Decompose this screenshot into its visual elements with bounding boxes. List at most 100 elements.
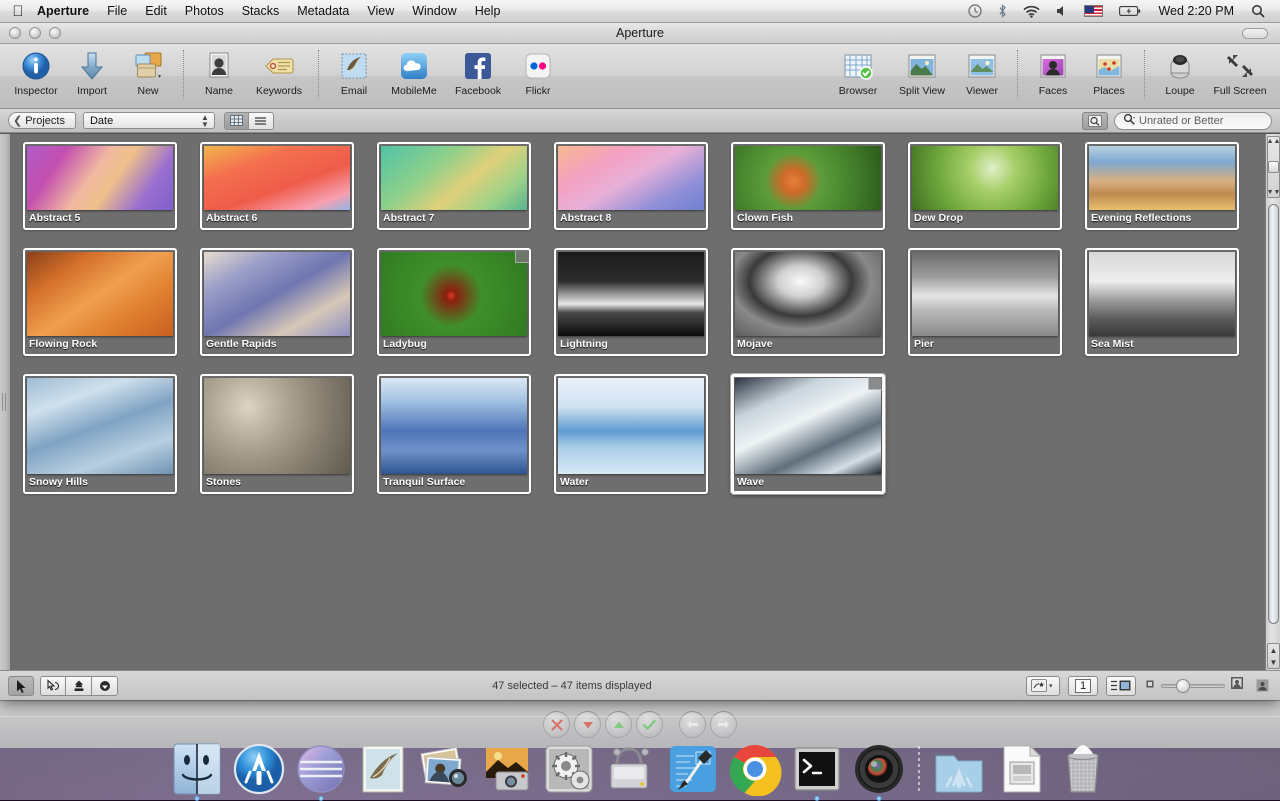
close-button[interactable] bbox=[9, 27, 21, 39]
menu-item-metadata[interactable]: Metadata bbox=[288, 0, 358, 22]
toolbar-button-facebook[interactable]: Facebook bbox=[446, 47, 510, 97]
toolbar-toggle-button[interactable] bbox=[1242, 28, 1268, 39]
vertical-scrollbar[interactable]: ▲▲ ▼▼ ▲ ▼ bbox=[1265, 134, 1280, 670]
toolbar-button-browser[interactable]: Browser bbox=[826, 47, 890, 97]
page-count-button[interactable]: 1 bbox=[1068, 676, 1098, 696]
dock-item-disk-utility[interactable] bbox=[602, 738, 660, 796]
grid-view-button[interactable] bbox=[224, 112, 249, 130]
thumbnail-cell[interactable]: Stones bbox=[200, 374, 354, 494]
toolbar-button-places[interactable]: Places bbox=[1081, 47, 1137, 97]
toolbar-button-mobileme[interactable]: MobileMe bbox=[382, 47, 446, 97]
thumbnail-cell[interactable]: Snowy Hills bbox=[23, 374, 177, 494]
sidebar-resize-handle[interactable] bbox=[0, 134, 11, 670]
dock-item-app-store[interactable] bbox=[230, 738, 288, 796]
toolbar-button-name[interactable]: Name bbox=[191, 47, 247, 97]
menu-item-edit[interactable]: Edit bbox=[136, 0, 176, 22]
toolbar-button-email[interactable]: Email bbox=[326, 47, 382, 97]
thumbnail-cell[interactable]: Evening Reflections bbox=[1085, 142, 1239, 230]
thumbnail-cell[interactable]: Lightning bbox=[554, 248, 708, 356]
toolbar-label-browser: Browser bbox=[839, 85, 878, 97]
dock-item-google-chrome[interactable] bbox=[726, 738, 784, 796]
dock-item-camera-lens-app[interactable] bbox=[850, 738, 908, 796]
scroll-down-arrow-icon[interactable]: ▼ bbox=[1270, 658, 1278, 667]
thumbnail-cell[interactable]: Abstract 6 bbox=[200, 142, 354, 230]
thumbnail-grid[interactable]: Abstract 5 Abstract 6 Abstract 7 Abstract 8… bbox=[11, 134, 1265, 670]
menu-bar-clock[interactable]: Wed 2:20 PM bbox=[1150, 4, 1242, 18]
thumbnail-size-slider[interactable] bbox=[1144, 676, 1244, 695]
thumbnail-cell[interactable]: Abstract 5 bbox=[23, 142, 177, 230]
toolbar-button-faces[interactable]: Faces bbox=[1025, 47, 1081, 97]
filter-hud-button[interactable] bbox=[1082, 112, 1108, 130]
toolbar-button-new[interactable]: New bbox=[120, 47, 176, 97]
dock-item-terminal[interactable] bbox=[788, 738, 846, 796]
thumbnail-cell[interactable]: Wave bbox=[731, 374, 885, 494]
time-machine-icon[interactable] bbox=[961, 0, 989, 22]
dock-item-xcode[interactable] bbox=[664, 738, 722, 796]
thumbnail-cell[interactable]: Dew Drop bbox=[908, 142, 1062, 230]
menu-item-help[interactable]: Help bbox=[466, 0, 510, 22]
thumbnail-cell[interactable]: Mojave bbox=[731, 248, 885, 356]
dock-item-trash[interactable] bbox=[1054, 738, 1112, 796]
toolbar-button-keywords[interactable]: Keywords bbox=[247, 47, 311, 97]
dock-item-aperture[interactable] bbox=[292, 738, 350, 796]
selection-tool-button[interactable] bbox=[8, 676, 34, 696]
toolbar-button-inspector[interactable]: Inspector bbox=[8, 47, 64, 97]
minimize-button[interactable] bbox=[29, 27, 41, 39]
thumbnail-cell[interactable]: Abstract 8 bbox=[554, 142, 708, 230]
dock-item-applications-folder[interactable] bbox=[930, 738, 988, 796]
scroll-down-double-icon[interactable]: ▼▼ bbox=[1267, 189, 1280, 196]
menu-item-stacks[interactable]: Stacks bbox=[233, 0, 289, 22]
thumbnail-cell[interactable]: Pier bbox=[908, 248, 1062, 356]
thumbnail-cell[interactable]: Abstract 7 bbox=[377, 142, 531, 230]
menu-item-aperture[interactable]: Aperture bbox=[28, 0, 98, 22]
battery-icon[interactable] bbox=[1112, 0, 1148, 22]
zoom-button[interactable] bbox=[49, 27, 61, 39]
scroll-up-arrow-icon[interactable]: ▲ bbox=[1270, 646, 1278, 655]
toolbar-button-flickr[interactable]: Flickr bbox=[510, 47, 566, 97]
thumbnail-cell[interactable]: Gentle Rapids bbox=[200, 248, 354, 356]
menu-item-file[interactable]: File bbox=[98, 0, 136, 22]
scroll-up-double-icon[interactable]: ▲▲ bbox=[1267, 138, 1280, 145]
rotate-tool-button[interactable] bbox=[92, 676, 118, 696]
wifi-icon[interactable] bbox=[1016, 0, 1047, 22]
menu-item-photos[interactable]: Photos bbox=[176, 0, 233, 22]
sort-dropdown[interactable]: Date ▲▼ bbox=[83, 112, 215, 129]
filmstrip-button[interactable] bbox=[1106, 676, 1136, 696]
scroll-spinner-knob[interactable] bbox=[1268, 161, 1279, 173]
toolbar-button-full-screen[interactable]: Full Screen bbox=[1208, 47, 1272, 97]
scroll-spinner[interactable]: ▲▲ ▼▼ bbox=[1267, 136, 1280, 198]
dock-item-photo-booth[interactable] bbox=[478, 738, 536, 796]
menu-item-view[interactable]: View bbox=[358, 0, 403, 22]
zoom-slider-knob[interactable] bbox=[1176, 679, 1190, 693]
thumbnail-cell[interactable]: Clown Fish bbox=[731, 142, 885, 230]
back-to-projects-button[interactable]: ❮ Projects bbox=[8, 112, 76, 129]
thumbnail-cell[interactable]: Water bbox=[554, 374, 708, 494]
toolbar-button-viewer[interactable]: Viewer bbox=[954, 47, 1010, 97]
thumbnail-cell[interactable]: Ladybug bbox=[377, 248, 531, 356]
spotlight-search-icon[interactable] bbox=[1244, 0, 1272, 22]
stamp-tool-button[interactable] bbox=[66, 676, 92, 696]
dock-item-iphoto[interactable] bbox=[416, 738, 474, 796]
dock-item-system-preferences[interactable] bbox=[540, 738, 598, 796]
toolbar-button-loupe[interactable]: Loupe bbox=[1152, 47, 1208, 97]
apple-menu-icon[interactable]:  bbox=[8, 1, 28, 22]
zoom-slider-track[interactable] bbox=[1161, 684, 1225, 688]
dock-item-finder[interactable] bbox=[168, 738, 226, 796]
lift-tool-button[interactable] bbox=[40, 676, 66, 696]
list-view-button[interactable] bbox=[249, 112, 274, 130]
thumbnail-cell[interactable]: Flowing Rock bbox=[23, 248, 177, 356]
thumbnail-cell[interactable]: Tranquil Surface bbox=[377, 374, 531, 494]
scrollbar-thumb[interactable] bbox=[1268, 204, 1279, 624]
thumbnail-cell[interactable]: Sea Mist bbox=[1085, 248, 1239, 356]
toolbar-button-split-view[interactable]: Split View bbox=[890, 47, 954, 97]
search-input[interactable]: Unrated or Better bbox=[1114, 112, 1272, 130]
menu-item-window[interactable]: Window bbox=[403, 0, 465, 22]
volume-icon[interactable] bbox=[1049, 0, 1075, 22]
us-flag-icon[interactable] bbox=[1077, 0, 1110, 22]
toolbar-button-import[interactable]: Import bbox=[64, 47, 120, 97]
dock-item-mail[interactable] bbox=[354, 738, 412, 796]
bluetooth-icon[interactable] bbox=[991, 0, 1014, 22]
dock-item-documents-stack[interactable] bbox=[992, 738, 1050, 796]
metadata-overlay-button[interactable] bbox=[1026, 676, 1060, 696]
scrollbar-arrow-buttons[interactable]: ▲ ▼ bbox=[1267, 643, 1280, 669]
